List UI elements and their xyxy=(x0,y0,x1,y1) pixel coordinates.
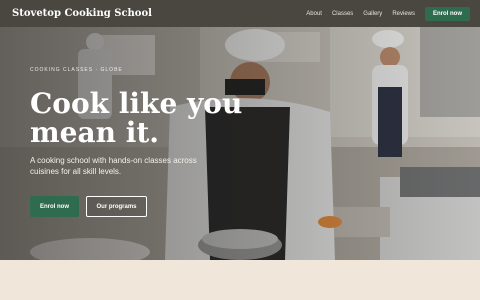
hero-eyebrow: COOKING CLASSES · GLOBE xyxy=(30,67,123,73)
page-bottom-band xyxy=(0,260,480,300)
hero-section: COOKING CLASSES · GLOBE Cook like you me… xyxy=(0,27,480,260)
hero-cta-group: Enrol now Our programs xyxy=(30,196,260,217)
hero-subtext: A cooking school with hands-on classes a… xyxy=(30,156,197,176)
hero-programs-button[interactable]: Our programs xyxy=(86,196,147,217)
nav-reviews[interactable]: Reviews xyxy=(392,11,415,17)
site-header: Stovetop Cooking School About Classes Ga… xyxy=(0,0,480,27)
main-nav: About Classes Gallery Reviews Enrol now xyxy=(296,6,470,21)
nav-about[interactable]: About xyxy=(306,11,322,17)
hero-content: COOKING CLASSES · GLOBE Cook like you me… xyxy=(30,67,260,217)
hero-headline: Cook like you mean it. xyxy=(30,87,243,149)
nav-gallery[interactable]: Gallery xyxy=(363,11,382,17)
brand-logo[interactable]: Stovetop Cooking School xyxy=(12,8,152,19)
nav-classes[interactable]: Classes xyxy=(332,11,353,17)
header-enrol-button[interactable]: Enrol now xyxy=(425,6,470,21)
hero-enrol-button[interactable]: Enrol now xyxy=(30,196,79,217)
